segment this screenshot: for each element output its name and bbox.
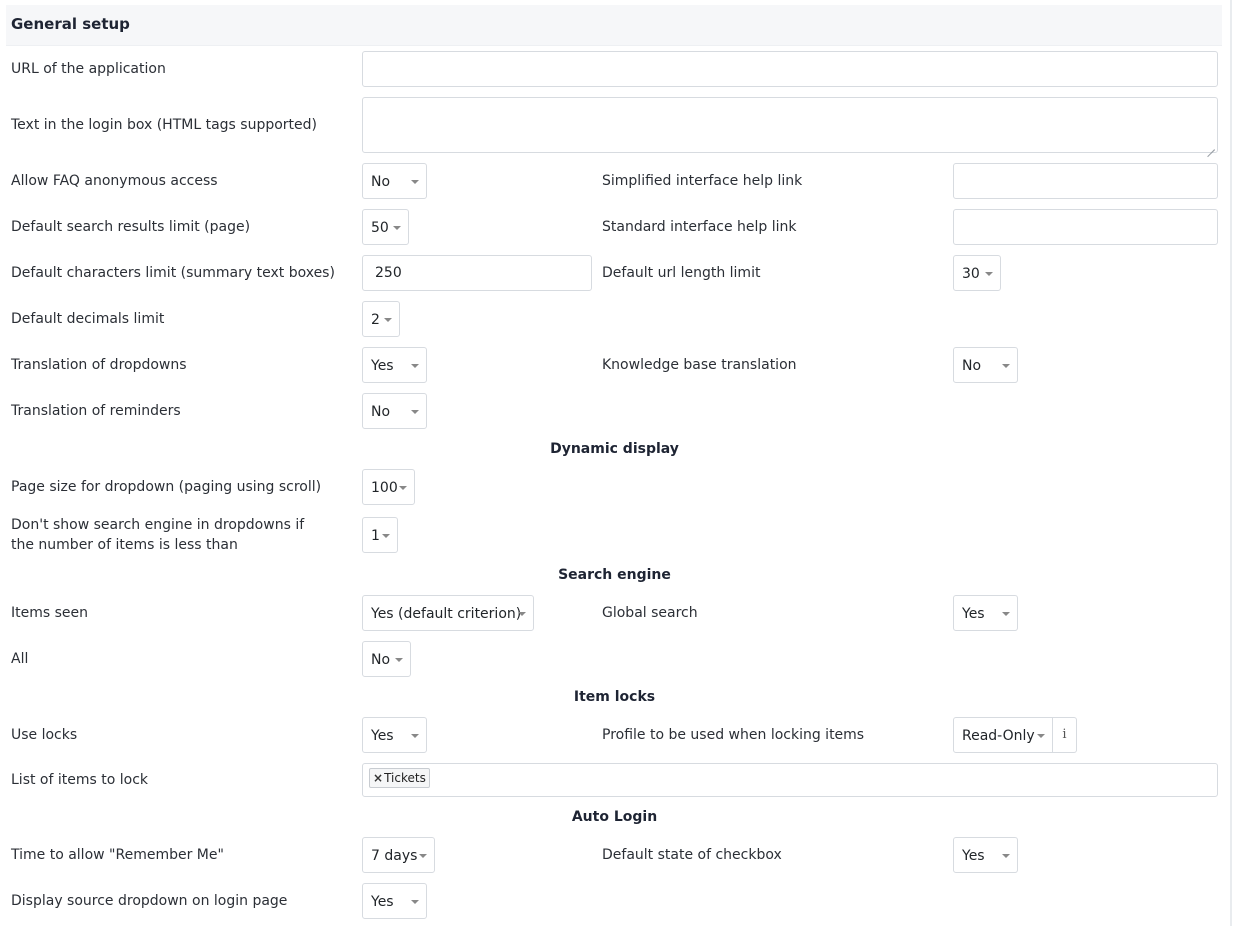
search-engine-threshold-select[interactable]: 1 xyxy=(362,517,398,553)
url-length-label: Default url length limit xyxy=(602,265,761,281)
remember-me-value: 7 days xyxy=(371,848,418,864)
chevron-down-icon xyxy=(1002,364,1010,368)
lock-items-label: List of items to lock xyxy=(11,772,149,788)
decimals-label: Default decimals limit xyxy=(11,311,165,327)
global-search-select[interactable]: Yes xyxy=(953,595,1018,631)
chevron-down-icon xyxy=(411,364,419,368)
chars-limit-input[interactable] xyxy=(362,255,592,291)
standard-help-input[interactable] xyxy=(953,209,1218,245)
remember-me-select[interactable]: 7 days xyxy=(362,837,435,873)
search-engine-threshold-value: 1 xyxy=(371,528,380,544)
chevron-down-icon xyxy=(395,658,403,662)
chevron-down-icon xyxy=(411,734,419,738)
lock-profile-label: Profile to be used when locking items xyxy=(602,727,865,743)
use-locks-value: Yes xyxy=(371,728,394,744)
chevron-down-icon xyxy=(384,318,392,322)
translate-reminders-value: No xyxy=(371,404,391,420)
kb-translation-label: Knowledge base translation xyxy=(602,357,797,373)
simplified-help-label: Simplified interface help link xyxy=(602,173,803,189)
decimals-value: 2 xyxy=(371,312,380,328)
section-search-engine: Search engine xyxy=(558,567,671,583)
chevron-down-icon xyxy=(518,612,526,616)
tag-remove-icon[interactable]: × xyxy=(373,771,383,785)
url-length-value: 30 xyxy=(962,266,980,282)
page-size-value: 100 xyxy=(371,480,398,496)
all-label: All xyxy=(11,651,29,667)
chevron-down-icon xyxy=(1037,734,1045,738)
chevron-down-icon xyxy=(411,180,419,184)
chevron-down-icon xyxy=(411,900,419,904)
search-limit-select[interactable]: 50 xyxy=(362,209,409,245)
source-dropdown-select[interactable]: Yes xyxy=(362,883,427,919)
search-limit-value: 50 xyxy=(371,220,389,236)
global-search-label: Global search xyxy=(602,605,698,621)
section-dynamic-display: Dynamic display xyxy=(550,441,679,457)
simplified-help-input[interactable] xyxy=(953,163,1218,199)
translate-dropdowns-label: Translation of dropdowns xyxy=(11,357,187,373)
tag-tickets: ×Tickets xyxy=(369,768,430,788)
lock-items-multiselect[interactable]: ×Tickets xyxy=(362,763,1218,797)
page-size-select[interactable]: 100 xyxy=(362,469,415,505)
use-locks-label: Use locks xyxy=(11,727,78,743)
url-length-select[interactable]: 30 xyxy=(953,255,1001,291)
resize-handle[interactable] xyxy=(1207,142,1215,150)
section-item-locks: Item locks xyxy=(573,689,656,705)
standard-help-label: Standard interface help link xyxy=(602,219,797,235)
items-seen-select[interactable]: Yes (default criterion) xyxy=(362,595,534,631)
checkbox-state-value: Yes xyxy=(962,848,985,864)
items-seen-label: Items seen xyxy=(11,605,89,621)
lock-profile-select[interactable]: Read-Only xyxy=(953,717,1053,753)
search-limit-label: Default search results limit (page) xyxy=(11,219,251,235)
url-label: URL of the application xyxy=(11,61,166,77)
panel-header: General setup xyxy=(6,5,1222,46)
remember-me-label: Time to allow "Remember Me" xyxy=(11,847,224,863)
tag-label: Tickets xyxy=(384,771,426,785)
info-icon[interactable]: i xyxy=(1053,717,1077,753)
source-dropdown-value: Yes xyxy=(371,894,394,910)
chevron-down-icon xyxy=(411,410,419,414)
chevron-down-icon xyxy=(382,534,390,538)
login-text-textarea[interactable] xyxy=(362,97,1218,153)
chevron-down-icon xyxy=(419,854,427,858)
faq-access-select[interactable]: No xyxy=(362,163,427,199)
translate-reminders-select[interactable]: No xyxy=(362,393,427,429)
faq-access-label: Allow FAQ anonymous access xyxy=(11,173,218,189)
translate-dropdowns-select[interactable]: Yes xyxy=(362,347,427,383)
chevron-down-icon xyxy=(393,226,401,230)
chevron-down-icon xyxy=(1002,612,1010,616)
scrollbar-track xyxy=(1230,0,1232,926)
section-auto-login: Auto Login xyxy=(571,809,658,825)
faq-access-value: No xyxy=(371,174,391,190)
global-search-value: Yes xyxy=(962,606,985,622)
chevron-down-icon xyxy=(399,486,407,490)
items-seen-value: Yes (default criterion) xyxy=(371,606,522,622)
page-title: General setup xyxy=(11,15,130,33)
chars-limit-label: Default characters limit (summary text b… xyxy=(11,265,335,281)
use-locks-select[interactable]: Yes xyxy=(362,717,427,753)
all-select[interactable]: No xyxy=(362,641,411,677)
url-input[interactable] xyxy=(362,51,1218,87)
checkbox-state-select[interactable]: Yes xyxy=(953,837,1018,873)
chevron-down-icon xyxy=(1002,854,1010,858)
checkbox-state-label: Default state of checkbox xyxy=(602,847,782,863)
translate-dropdowns-value: Yes xyxy=(371,358,394,374)
source-dropdown-label: Display source dropdown on login page xyxy=(11,893,288,909)
lock-profile-value: Read-Only xyxy=(962,728,1035,744)
all-value: No xyxy=(371,652,391,668)
translate-reminders-label: Translation of reminders xyxy=(11,403,181,419)
search-engine-threshold-label: Don't show search engine in dropdowns if… xyxy=(11,517,305,553)
decimals-select[interactable]: 2 xyxy=(362,301,400,337)
chevron-down-icon xyxy=(985,272,993,276)
page-size-label: Page size for dropdown (paging using scr… xyxy=(11,479,322,495)
kb-translation-select[interactable]: No xyxy=(953,347,1018,383)
login-text-label: Text in the login box (HTML tags support… xyxy=(11,117,317,133)
kb-translation-value: No xyxy=(962,358,982,374)
